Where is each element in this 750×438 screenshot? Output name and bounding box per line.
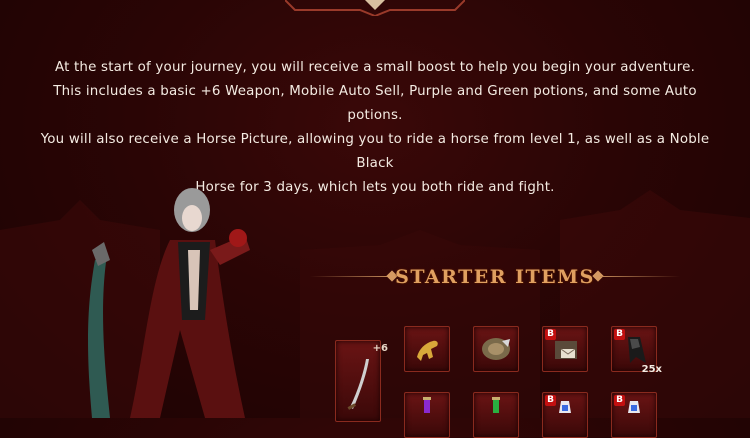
- item-slot-horse-picture[interactable]: [404, 326, 450, 372]
- item-slot-auto-potion-2[interactable]: B: [611, 392, 657, 438]
- bound-badge: B: [614, 329, 625, 340]
- purple-potion-icon: [423, 397, 431, 413]
- item-slot-letter-box[interactable]: B: [542, 326, 588, 372]
- character-illustration: [88, 188, 250, 418]
- item-slot-mobile-auto-sell[interactable]: [473, 326, 519, 372]
- item-quantity: 25x: [641, 364, 662, 375]
- item-slot-cloak[interactable]: B 25x: [611, 326, 662, 375]
- horse-picture-icon: [417, 340, 438, 361]
- starter-items-header: STARTER ITEMS: [300, 262, 690, 292]
- top-ornament: [285, 0, 465, 16]
- bound-badge: B: [545, 329, 556, 340]
- item-slot-weapon[interactable]: +6: [335, 340, 388, 422]
- item-slot-green-potion[interactable]: [473, 392, 519, 438]
- weapon-enhance-label: +6: [372, 343, 388, 354]
- mobile-auto-sell-icon: [482, 338, 510, 360]
- intro-text: At the start of your journey, you will r…: [30, 56, 720, 200]
- intro-line-2: This includes a basic +6 Weapon, Mobile …: [53, 84, 697, 123]
- bound-badge: B: [614, 395, 625, 406]
- bound-badge: B: [545, 395, 556, 406]
- item-slot-auto-potion-1[interactable]: B: [542, 392, 588, 438]
- starter-items-title: STARTER ITEMS: [395, 266, 595, 288]
- intro-line-3: You will also receive a Horse Picture, a…: [40, 132, 710, 171]
- intro-line-1: At the start of your journey, you will r…: [54, 60, 696, 75]
- item-slot-purple-potion[interactable]: [404, 392, 450, 438]
- green-potion-icon: [492, 397, 500, 413]
- header-line-right: [600, 276, 680, 277]
